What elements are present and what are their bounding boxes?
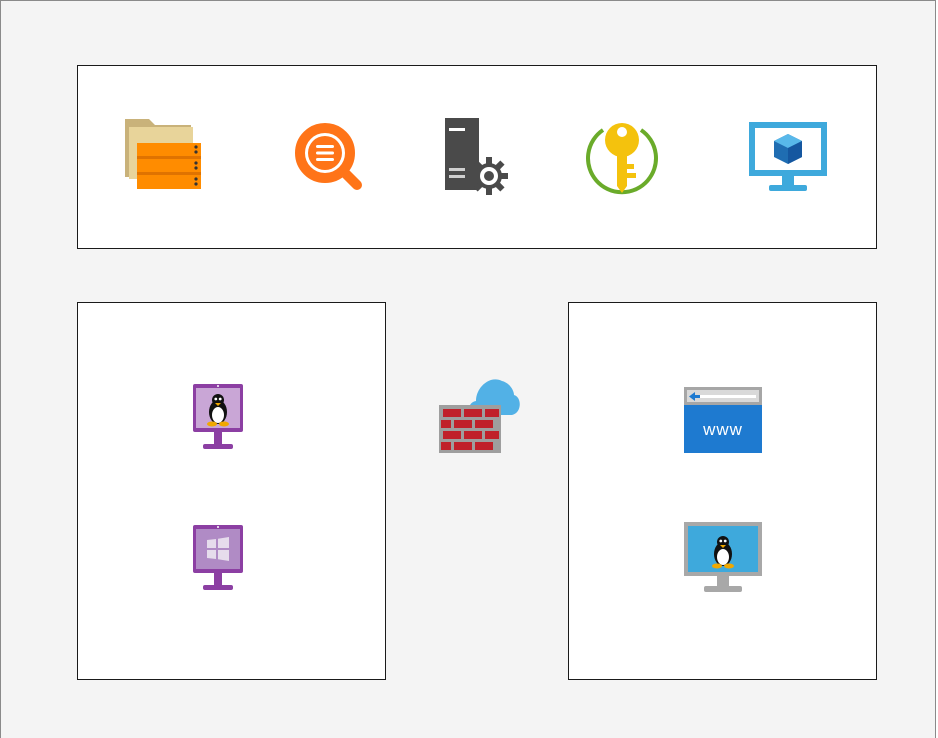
server-settings-icon xyxy=(445,118,511,198)
virtual-machine-icon xyxy=(749,122,827,194)
linux-vm-purple-icon xyxy=(193,384,243,456)
key-vault-icon xyxy=(583,118,661,198)
right-group-box xyxy=(568,302,877,680)
storage-files-icon xyxy=(123,117,203,197)
diagram-canvas: www xyxy=(0,0,936,738)
web-app-icon: www xyxy=(684,387,762,453)
log-analytics-icon xyxy=(291,119,367,195)
cloud-firewall-icon xyxy=(438,373,520,453)
windows-vm-purple-icon xyxy=(193,525,243,597)
linux-vm-blue-icon xyxy=(684,522,762,594)
left-group-box xyxy=(77,302,386,680)
www-label: www xyxy=(702,420,743,439)
